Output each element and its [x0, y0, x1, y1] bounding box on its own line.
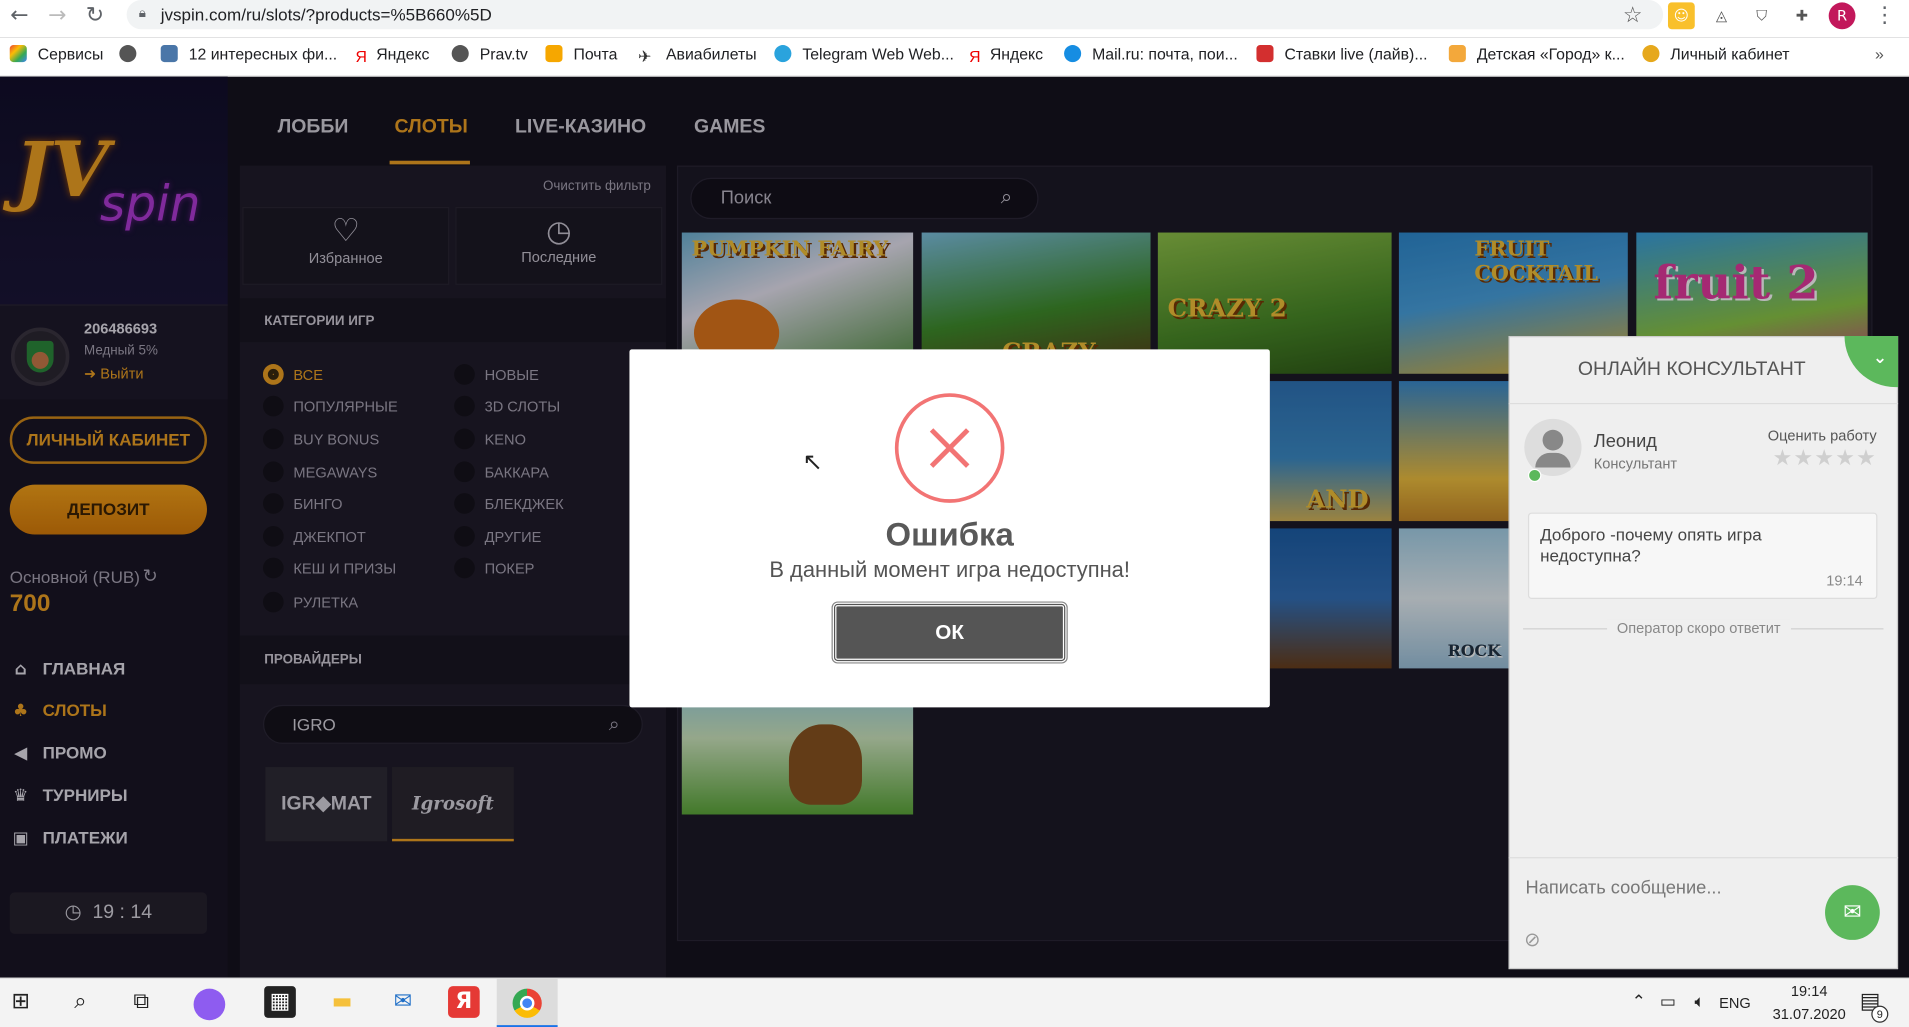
profile-avatar[interactable]: R: [1828, 2, 1856, 30]
task-view-icon[interactable]: ⧉: [125, 986, 157, 1018]
bookmark-item[interactable]: Prav.tv: [451, 41, 528, 68]
chat-input[interactable]: Написать сообщение...: [1526, 878, 1722, 899]
bookmark-item[interactable]: Ставки live (лайв)...: [1256, 41, 1428, 68]
mouse-cursor-icon: ↖: [802, 446, 823, 477]
globe-icon[interactable]: [119, 41, 147, 68]
online-status-dot: [1527, 468, 1542, 483]
alice-icon[interactable]: [193, 988, 226, 1021]
notification-count: 9: [1871, 1005, 1889, 1023]
chat-status: Оператор скоро ответит: [1607, 619, 1791, 637]
shield-icon[interactable]: ⛉: [1748, 2, 1775, 29]
error-icon: [894, 393, 1005, 503]
more-bookmarks-icon[interactable]: »: [1875, 41, 1884, 68]
bookmark-item[interactable]: Почта: [545, 41, 617, 68]
bookmark-item[interactable]: Сервисы: [9, 41, 104, 68]
extension-icon[interactable]: ◬: [1708, 2, 1735, 29]
folder-icon[interactable]: ▬: [326, 986, 358, 1018]
yandex-browser-icon[interactable]: Я: [448, 986, 480, 1018]
send-button[interactable]: ✉: [1825, 885, 1880, 940]
divider: [1508, 857, 1899, 859]
reload-icon[interactable]: ↻: [80, 2, 109, 31]
error-title: Ошибка: [885, 516, 1014, 553]
chrome-taskbar-button[interactable]: [496, 978, 558, 1027]
search-icon[interactable]: ⌕: [65, 986, 97, 1018]
chat-message-text: Доброго -почему опять игра недоступна?: [1540, 524, 1762, 565]
chevron-up-icon[interactable]: ⌃: [1623, 986, 1655, 1018]
lock-icon: 🔒︎: [138, 6, 146, 21]
extension-icon[interactable]: ☺: [1667, 2, 1695, 30]
bookmark-item[interactable]: Telegram Web Web...: [774, 41, 954, 68]
error-message: В данный момент игра недоступна!: [769, 557, 1130, 582]
battery-icon[interactable]: ▭: [1652, 986, 1684, 1018]
agent-role: Консультант: [1593, 455, 1678, 473]
ok-button[interactable]: ОК: [831, 601, 1068, 664]
bookmark-item[interactable]: ✈︎ Авиабилеты: [638, 41, 757, 68]
language-indicator[interactable]: ENG: [1719, 995, 1751, 1012]
bookmark-item[interactable]: Детская «Город» к...: [1448, 41, 1625, 68]
menu-icon[interactable]: ⋮: [1870, 2, 1899, 31]
agent-avatar: [1524, 418, 1582, 477]
agent-name: Леонид: [1593, 430, 1657, 452]
bookmark-item[interactable]: Я Яндекс: [356, 41, 430, 68]
bookmark-item[interactable]: Личный кабинет: [1642, 41, 1789, 68]
star-icon[interactable]: ☆: [1618, 2, 1647, 31]
attach-icon[interactable]: ⊘: [1524, 928, 1540, 951]
divider: [1508, 402, 1899, 405]
windows-start-icon[interactable]: ⊞: [5, 986, 37, 1018]
chat-title: ОНЛАЙН КОНСУЛЬТАНТ: [1577, 359, 1806, 380]
mail-icon[interactable]: ✉: [387, 986, 419, 1018]
chat-message-time: 19:14: [1826, 572, 1863, 590]
volume-icon[interactable]: 🔈︎: [1684, 986, 1716, 1018]
bookmark-item[interactable]: 12 интересных фи...: [160, 41, 337, 68]
puzzle-icon[interactable]: ✚: [1789, 2, 1816, 29]
address-bar[interactable]: jvspin.com/ru/slots/?products=%5B660%5D: [126, 0, 1664, 30]
bookmark-item[interactable]: Я Яндекс: [969, 41, 1043, 68]
rate-label: Оценить работу: [1767, 427, 1877, 445]
taskbar-date[interactable]: 31.07.2020: [1765, 1006, 1853, 1023]
taskbar-time[interactable]: 19:14: [1765, 983, 1853, 1000]
back-icon[interactable]: ←: [5, 2, 34, 31]
browser-toolbar: ← → ↻ jvspin.com/ru/slots/?products=%5B6…: [0, 0, 1909, 38]
store-icon[interactable]: ▦: [264, 986, 296, 1018]
rating-stars[interactable]: ★★★★★: [1773, 446, 1877, 472]
bookmark-item[interactable]: Mail.ru: почта, пои...: [1064, 41, 1238, 68]
forward-icon[interactable]: →: [43, 2, 72, 31]
